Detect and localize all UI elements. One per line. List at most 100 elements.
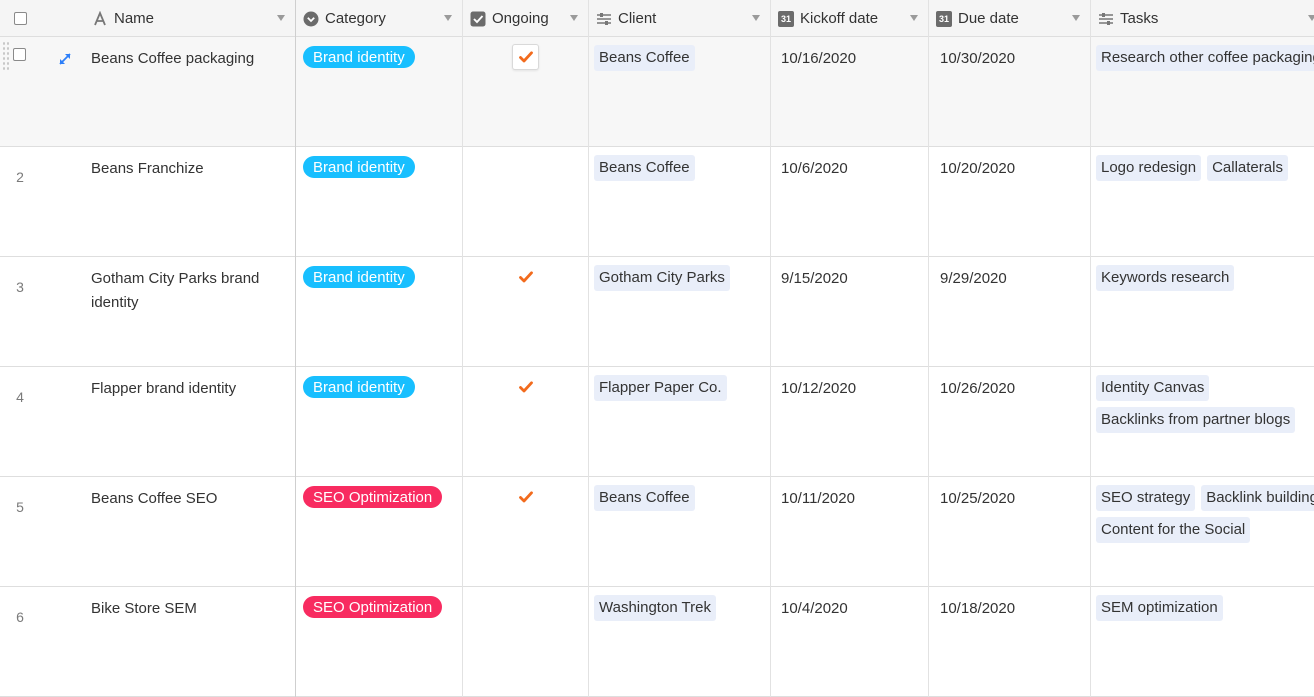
column-header-label: Client bbox=[618, 10, 657, 27]
row-number: 3 bbox=[16, 279, 24, 295]
select-all-checkbox[interactable] bbox=[13, 12, 27, 25]
task-tag[interactable]: Logo redesign bbox=[1096, 155, 1202, 181]
column-header-label: Kickoff date bbox=[800, 10, 879, 27]
column-divider bbox=[928, 0, 929, 697]
category-pill[interactable]: SEO Optimization bbox=[303, 596, 443, 618]
column-divider bbox=[295, 0, 296, 697]
ongoing-checkmark-icon[interactable] bbox=[512, 44, 539, 70]
ongoing-checkmark-icon[interactable] bbox=[512, 264, 539, 290]
task-tag[interactable]: Keywords research bbox=[1096, 265, 1235, 291]
grid-header: Name Category Ongoing Client 31 Kickoff … bbox=[0, 0, 1314, 37]
due-date[interactable]: 10/20/2020 bbox=[940, 157, 1015, 181]
task-tag[interactable]: Backlink building bbox=[1201, 485, 1314, 511]
row-number: 2 bbox=[16, 169, 24, 185]
column-divider bbox=[588, 0, 589, 697]
due-date[interactable]: 10/30/2020 bbox=[940, 47, 1015, 71]
client-tag[interactable]: Beans Coffee bbox=[594, 155, 695, 181]
record-name[interactable]: Flapper brand identity bbox=[91, 377, 286, 401]
chevron-down-icon[interactable] bbox=[1072, 15, 1080, 21]
task-tag[interactable]: Callaterals bbox=[1207, 155, 1288, 181]
task-tag[interactable]: Research other coffee packaging bbox=[1096, 45, 1314, 71]
column-divider bbox=[1090, 0, 1091, 697]
client-tag[interactable]: Gotham City Parks bbox=[594, 265, 730, 291]
category-pill[interactable]: Brand identity bbox=[303, 156, 415, 178]
due-date[interactable]: 10/25/2020 bbox=[940, 487, 1015, 511]
record-name[interactable]: Beans Coffee SEO bbox=[91, 487, 286, 511]
kickoff-date[interactable]: 10/6/2020 bbox=[781, 157, 848, 181]
ongoing-empty-cell[interactable] bbox=[512, 594, 539, 620]
single-select-icon bbox=[303, 11, 319, 27]
category-pill[interactable]: Brand identity bbox=[303, 376, 415, 398]
table-row[interactable]: 6 Bike Store SEM SEO Optimization Washingto… bbox=[0, 587, 1314, 697]
row-number: 5 bbox=[16, 499, 24, 515]
tasks-cell[interactable]: SEM optimization bbox=[1096, 595, 1314, 621]
category-pill[interactable]: Brand identity bbox=[303, 266, 415, 288]
table-row[interactable]: 2 Beans Franchize Brand identity Beans Coff… bbox=[0, 147, 1314, 257]
task-tag[interactable]: Backlinks from partner blogs bbox=[1096, 407, 1296, 433]
checkbox-field-icon bbox=[470, 11, 486, 27]
record-name[interactable]: Beans Franchize bbox=[91, 157, 286, 181]
due-date[interactable]: 10/18/2020 bbox=[940, 597, 1015, 621]
kickoff-date[interactable]: 10/16/2020 bbox=[781, 47, 856, 71]
calendar-icon: 31 bbox=[778, 10, 794, 27]
ongoing-empty-cell[interactable] bbox=[512, 154, 539, 180]
column-header-due-date[interactable]: 31 Due date bbox=[928, 0, 1090, 37]
task-tag[interactable]: SEM optimization bbox=[1096, 595, 1223, 621]
table-row[interactable]: 4 Flapper brand identity Brand identity Fla… bbox=[0, 367, 1314, 477]
table-row[interactable]: 5 Beans Coffee SEO SEO Optimization Beans C… bbox=[0, 477, 1314, 587]
category-pill[interactable]: Brand identity bbox=[303, 46, 415, 68]
column-header-label: Category bbox=[325, 10, 386, 27]
column-header-kickoff-date[interactable]: 31 Kickoff date bbox=[770, 0, 928, 37]
column-header-ongoing[interactable]: Ongoing bbox=[462, 0, 588, 37]
tasks-cell[interactable]: Keywords research bbox=[1096, 265, 1314, 291]
table-row[interactable]: 3 Gotham City Parks brand identity Brand i… bbox=[0, 257, 1314, 367]
select-all-cell bbox=[0, 0, 40, 37]
kickoff-date[interactable]: 9/15/2020 bbox=[781, 267, 848, 291]
column-header-client[interactable]: Client bbox=[588, 0, 770, 37]
column-divider bbox=[770, 0, 771, 697]
chevron-down-icon[interactable] bbox=[444, 15, 452, 21]
row-number: 4 bbox=[16, 389, 24, 405]
ongoing-checkmark-icon[interactable] bbox=[512, 484, 539, 510]
column-header-label: Ongoing bbox=[492, 10, 549, 27]
records-grid: Name Category Ongoing Client 31 Kickoff … bbox=[0, 0, 1314, 697]
column-header-label: Name bbox=[114, 10, 155, 27]
row-number: 6 bbox=[16, 609, 24, 625]
text-field-icon bbox=[92, 10, 108, 27]
category-pill[interactable]: SEO Optimization bbox=[303, 486, 443, 508]
client-tag[interactable]: Beans Coffee bbox=[594, 45, 695, 71]
task-tag[interactable]: SEO strategy bbox=[1096, 485, 1196, 511]
kickoff-date[interactable]: 10/12/2020 bbox=[781, 377, 856, 401]
client-tag[interactable]: Washington Trek bbox=[594, 595, 716, 621]
record-name[interactable]: Beans Coffee packaging bbox=[91, 47, 286, 71]
row-select-checkbox[interactable] bbox=[13, 48, 26, 61]
chevron-down-icon[interactable] bbox=[910, 15, 918, 21]
ongoing-checkmark-icon[interactable] bbox=[512, 374, 539, 400]
tasks-cell[interactable]: Logo redesign Callaterals bbox=[1096, 155, 1314, 181]
tasks-cell[interactable]: Identity Canvas Backlinks from partner bl… bbox=[1096, 375, 1314, 433]
chevron-down-icon[interactable] bbox=[1308, 15, 1314, 21]
table-row[interactable]: Beans Coffee packaging Brand identity Bean… bbox=[0, 37, 1314, 147]
chevron-down-icon[interactable] bbox=[277, 15, 285, 21]
record-name[interactable]: Bike Store SEM bbox=[91, 597, 286, 621]
task-tag[interactable]: Identity Canvas bbox=[1096, 375, 1210, 401]
kickoff-date[interactable]: 10/11/2020 bbox=[781, 487, 855, 511]
linked-record-icon bbox=[596, 11, 612, 27]
column-header-name[interactable]: Name bbox=[84, 0, 295, 37]
record-name[interactable]: Gotham City Parks brand identity bbox=[91, 267, 286, 315]
column-header-label: Tasks bbox=[1120, 10, 1159, 27]
tasks-cell[interactable]: SEO strategy Backlink building Content for… bbox=[1096, 485, 1314, 543]
due-date[interactable]: 9/29/2020 bbox=[940, 267, 1007, 291]
chevron-down-icon[interactable] bbox=[570, 15, 578, 21]
client-tag[interactable]: Beans Coffee bbox=[594, 485, 695, 511]
chevron-down-icon[interactable] bbox=[752, 15, 760, 21]
column-header-tasks[interactable]: Tasks bbox=[1090, 0, 1314, 37]
expand-record-icon[interactable] bbox=[57, 51, 73, 67]
kickoff-date[interactable]: 10/4/2020 bbox=[781, 597, 848, 621]
tasks-cell[interactable]: Research other coffee packaging bbox=[1096, 45, 1314, 71]
due-date[interactable]: 10/26/2020 bbox=[940, 377, 1015, 401]
client-tag[interactable]: Flapper Paper Co. bbox=[594, 375, 727, 401]
task-tag[interactable]: Content for the Social bbox=[1096, 517, 1251, 543]
column-header-category[interactable]: Category bbox=[295, 0, 462, 37]
drag-handle-icon[interactable] bbox=[2, 41, 10, 71]
